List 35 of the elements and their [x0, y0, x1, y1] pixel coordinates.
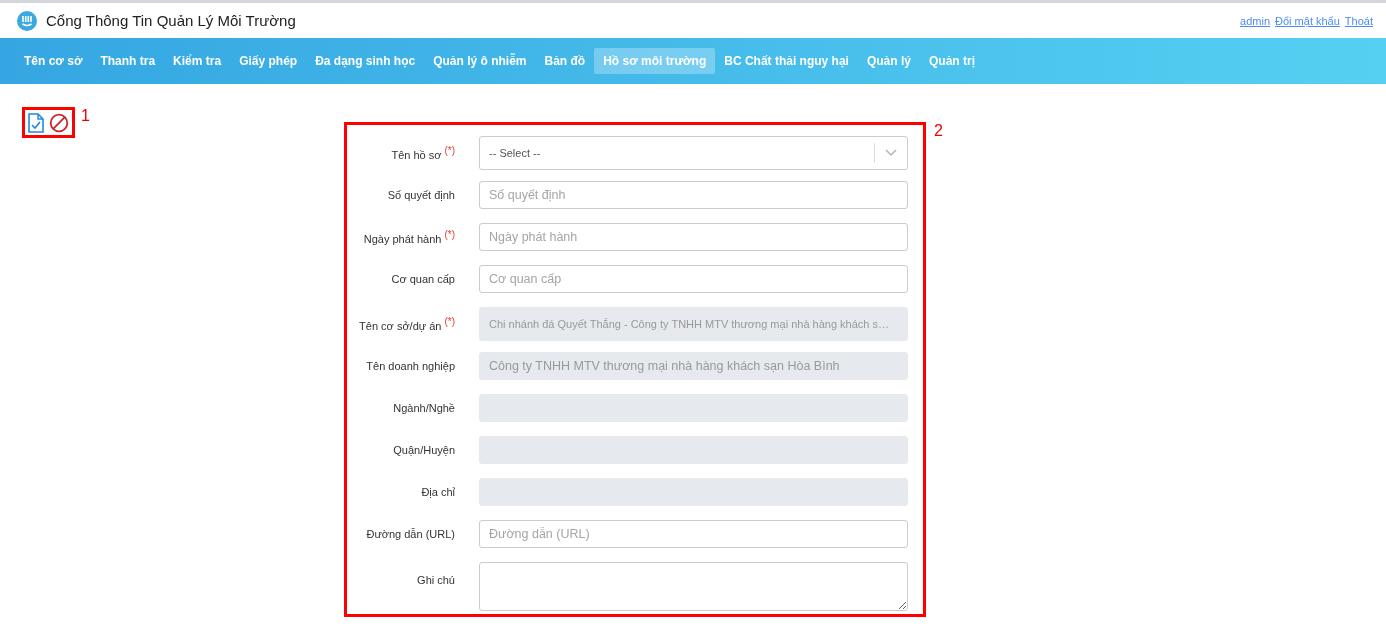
input-field[interactable]: Cơ quan cấp [479, 265, 908, 293]
field-label: Địa chỉ [420, 486, 455, 498]
annotation-number: 1 [81, 107, 90, 125]
field-label: Đường dẫn (URL) [365, 528, 455, 540]
nav-tab[interactable]: BC Chất thải nguy hại [715, 48, 858, 74]
nav-tab[interactable]: Đa dạng sinh học [306, 48, 425, 74]
chevron-down-icon [885, 149, 897, 157]
field-label: Quận/Huyện [392, 444, 455, 456]
nav-tab[interactable]: Quản trị [919, 48, 984, 74]
field-label: Số quyết định [386, 189, 455, 201]
nav-tab[interactable]: Tên cơ sở [15, 48, 92, 74]
header-link[interactable]: Thoát [1344, 14, 1373, 27]
input-field[interactable]: Số quyết định [479, 181, 908, 209]
nav-tab[interactable]: Quản lý [857, 48, 920, 74]
nav-tab[interactable]: Giấy phép [230, 48, 307, 74]
select-field[interactable]: -- Select -- [479, 136, 908, 170]
logo-icon [17, 10, 37, 31]
input-field[interactable]: Đường dẫn (URL) [479, 520, 908, 548]
field-label: Ngành/Nghề [392, 402, 455, 414]
field-label: Tên doanh nghiệp [365, 360, 455, 372]
nav-tab[interactable]: Hồ sơ môi trường [594, 48, 716, 74]
field-label: Ghi chú [416, 573, 455, 586]
nav-tab[interactable]: Quản lý ô nhiễm [424, 48, 536, 74]
header-link[interactable]: Đổi mật khẩu [1275, 14, 1340, 27]
header-link[interactable]: admin [1240, 14, 1271, 27]
nav-tab[interactable]: Thanh tra [91, 48, 165, 74]
text-area[interactable] [479, 562, 908, 611]
nav-tab[interactable]: Bản đồ [535, 48, 595, 74]
document-check-icon[interactable] [28, 113, 44, 133]
cancel-icon[interactable] [49, 113, 69, 133]
input-field[interactable]: Ngày phát hành [479, 223, 908, 251]
annotation-number: 2 [934, 122, 943, 140]
site-title: Cổng Thông Tin Quản Lý Môi Trường [46, 12, 296, 29]
field-label: Cơ quan cấp [390, 273, 455, 285]
nav-tab[interactable]: Kiểm tra [164, 48, 231, 74]
